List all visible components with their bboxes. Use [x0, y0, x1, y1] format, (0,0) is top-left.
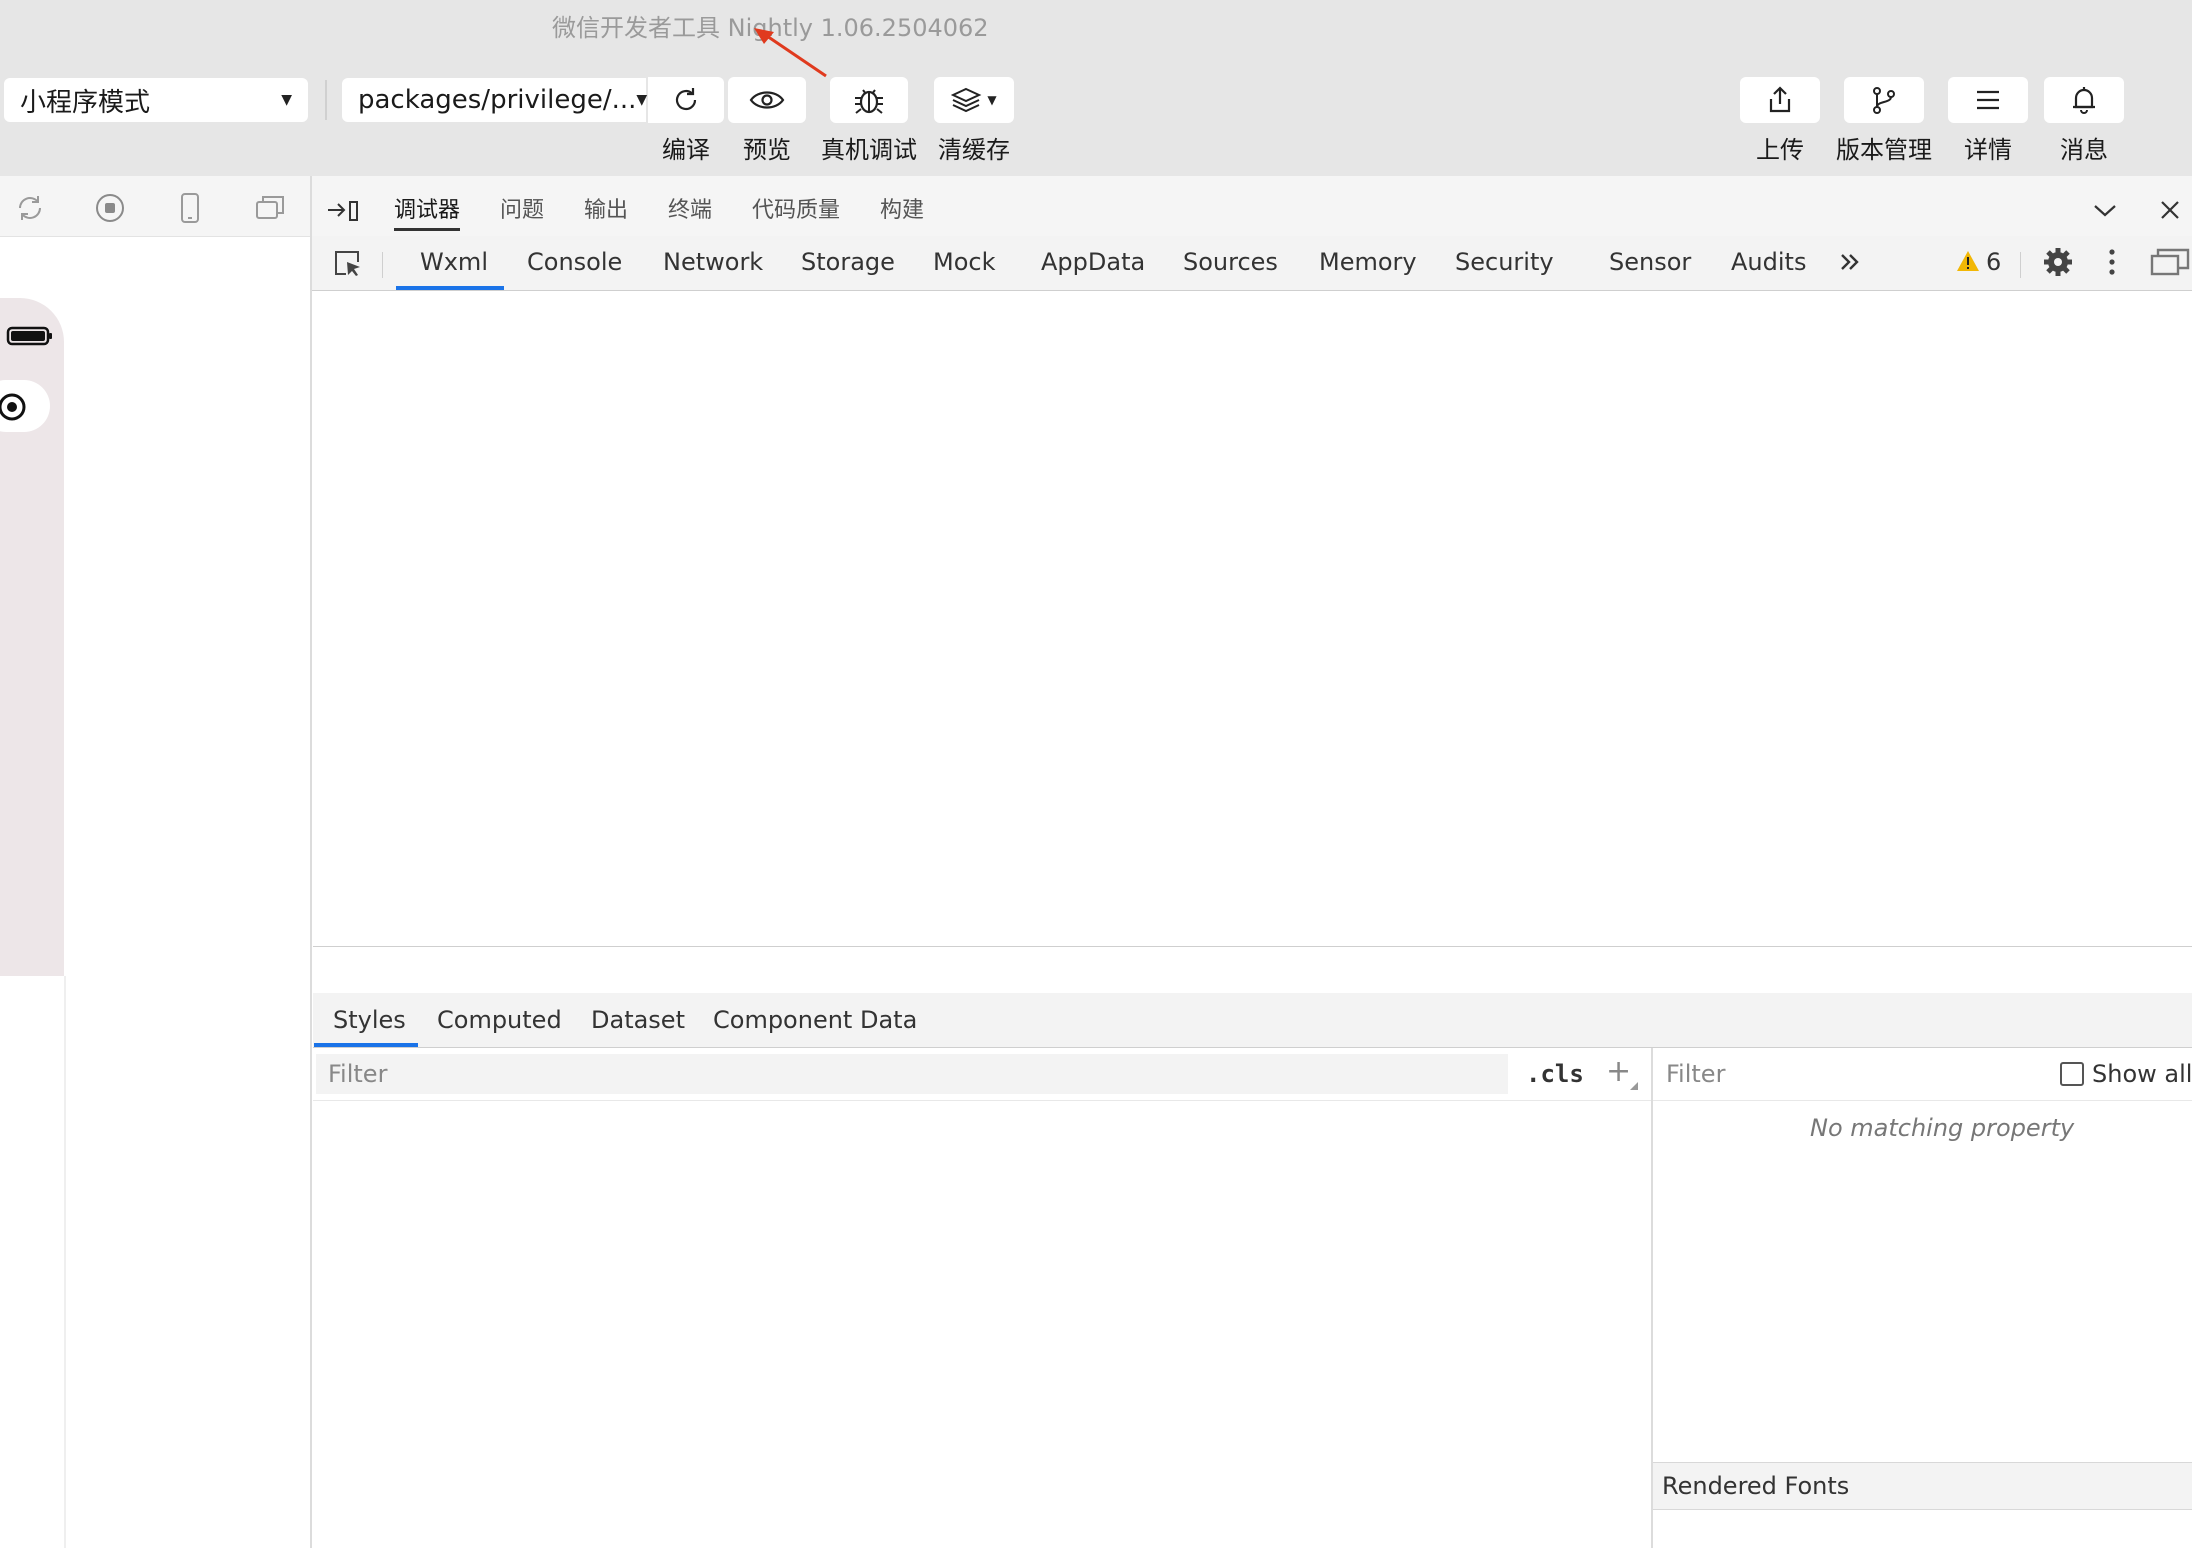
tab-output[interactable]: 输出	[584, 192, 628, 224]
details-button[interactable]	[1948, 77, 2028, 123]
wxml-tree-panel[interactable]	[313, 291, 2192, 946]
tab-styles[interactable]: Styles	[333, 1006, 406, 1034]
tab-computed[interactable]: Computed	[437, 1006, 562, 1034]
close-icon[interactable]	[2158, 198, 2182, 222]
tab-build[interactable]: 构建	[880, 192, 924, 224]
messages-label: 消息	[2060, 136, 2108, 164]
corner-triangle-icon	[1630, 1082, 1638, 1090]
layers-icon	[951, 87, 982, 113]
mode-select-value: 小程序模式	[20, 87, 151, 118]
tab-issues[interactable]: 问题	[500, 192, 544, 224]
tab-underline	[394, 228, 460, 231]
details-label: 详情	[1964, 136, 2012, 164]
menu-icon	[1977, 90, 1999, 110]
eye-icon	[749, 91, 785, 109]
compile-button[interactable]	[648, 77, 724, 123]
caret-down-icon: ▼	[636, 92, 648, 108]
phone-icon[interactable]	[176, 192, 204, 224]
refresh-icon	[675, 88, 697, 111]
show-all-label: Show all	[2092, 1060, 2192, 1088]
preview-button[interactable]	[728, 77, 806, 123]
active-tab-underline	[396, 286, 504, 290]
upload-button[interactable]	[1740, 77, 1820, 123]
rendered-fonts-label: Rendered Fonts	[1662, 1472, 1850, 1500]
inspect-icon[interactable]	[332, 248, 364, 280]
active-tab-underline	[314, 1043, 418, 1047]
rotate-icon[interactable]	[14, 192, 46, 224]
undock-icon[interactable]	[2150, 246, 2190, 278]
bug-icon	[855, 89, 883, 114]
window-icon[interactable]	[254, 192, 286, 224]
styles-filter-input[interactable]	[316, 1054, 1508, 1094]
clear-cache-label: 清缓存	[938, 136, 1010, 164]
styles-filter-placeholder: Filter	[328, 1060, 388, 1088]
tab-sources[interactable]: Sources	[1183, 248, 1278, 276]
version-button[interactable]	[1844, 77, 1924, 123]
compile-label: 编译	[662, 136, 710, 164]
divider	[1653, 1100, 2192, 1101]
toolbar-divider	[325, 80, 327, 120]
column-divider[interactable]	[310, 176, 312, 1548]
add-rule-button[interactable]: +	[1606, 1054, 1631, 1089]
show-all-checkbox[interactable]	[2060, 1062, 2084, 1086]
tab-component-data[interactable]: Component Data	[713, 1006, 917, 1034]
tab-network[interactable]: Network	[663, 248, 763, 276]
more-vertical-icon[interactable]	[2104, 246, 2120, 278]
clear-cache-button[interactable]: ▼	[934, 77, 1014, 123]
tab-code-quality[interactable]: 代码质量	[752, 192, 840, 224]
remote-debug-button[interactable]	[830, 77, 908, 123]
page-select[interactable]: packages/privilege/... ▼	[342, 78, 648, 122]
tab-security[interactable]: Security	[1455, 248, 1554, 276]
tab-debugger[interactable]: 调试器	[394, 192, 460, 224]
tab-dataset[interactable]: Dataset	[591, 1006, 685, 1034]
battery-icon	[6, 326, 52, 346]
tab-wxml[interactable]: Wxml	[420, 248, 488, 276]
mode-select[interactable]: 小程序模式 ▼	[4, 78, 308, 122]
computed-filter-input[interactable]: Filter	[1666, 1060, 1725, 1088]
divider	[313, 1100, 1651, 1101]
divider	[64, 976, 66, 1548]
upload-icon	[1769, 86, 1791, 113]
tab-console[interactable]: Console	[527, 248, 622, 276]
more-tabs-icon[interactable]	[1838, 250, 1862, 274]
divider	[382, 252, 383, 278]
remote-debug-label: 真机调试	[821, 136, 917, 164]
tab-mock[interactable]: Mock	[933, 248, 995, 276]
no-match-message: No matching property	[1810, 1114, 2075, 1142]
warning-icon[interactable]	[1956, 250, 1980, 272]
divider	[2020, 252, 2021, 278]
bell-icon	[2073, 87, 2095, 114]
tab-audits[interactable]: Audits	[1731, 248, 1806, 276]
page-select-value: packages/privilege/...	[358, 85, 637, 115]
breadcrumb	[313, 946, 2192, 994]
tab-terminal[interactable]: 终端	[668, 192, 712, 224]
gear-icon[interactable]	[2042, 246, 2074, 278]
tab-sensor[interactable]: Sensor	[1609, 248, 1691, 276]
chevron-down-icon[interactable]	[2092, 198, 2118, 222]
record-icon[interactable]	[94, 192, 126, 224]
caret-down-icon: ▼	[987, 93, 997, 107]
tab-storage[interactable]: Storage	[801, 248, 895, 276]
capsule-close-icon[interactable]	[0, 390, 32, 424]
caret-down-icon: ▼	[281, 92, 292, 108]
tab-appdata[interactable]: AppData	[1041, 248, 1145, 276]
preview-label: 预览	[743, 136, 791, 164]
dock-icon[interactable]	[326, 196, 360, 224]
warning-count[interactable]: 6	[1986, 248, 2001, 276]
messages-button[interactable]	[2044, 77, 2124, 123]
styles-pane	[313, 1048, 1651, 1548]
branch-icon	[1873, 87, 1895, 114]
cls-button[interactable]: .cls	[1526, 1060, 1584, 1088]
tab-memory[interactable]: Memory	[1319, 248, 1417, 276]
upload-label: 上传	[1756, 136, 1804, 164]
annotation-arrow-icon	[754, 28, 827, 78]
version-label: 版本管理	[1836, 136, 1932, 164]
